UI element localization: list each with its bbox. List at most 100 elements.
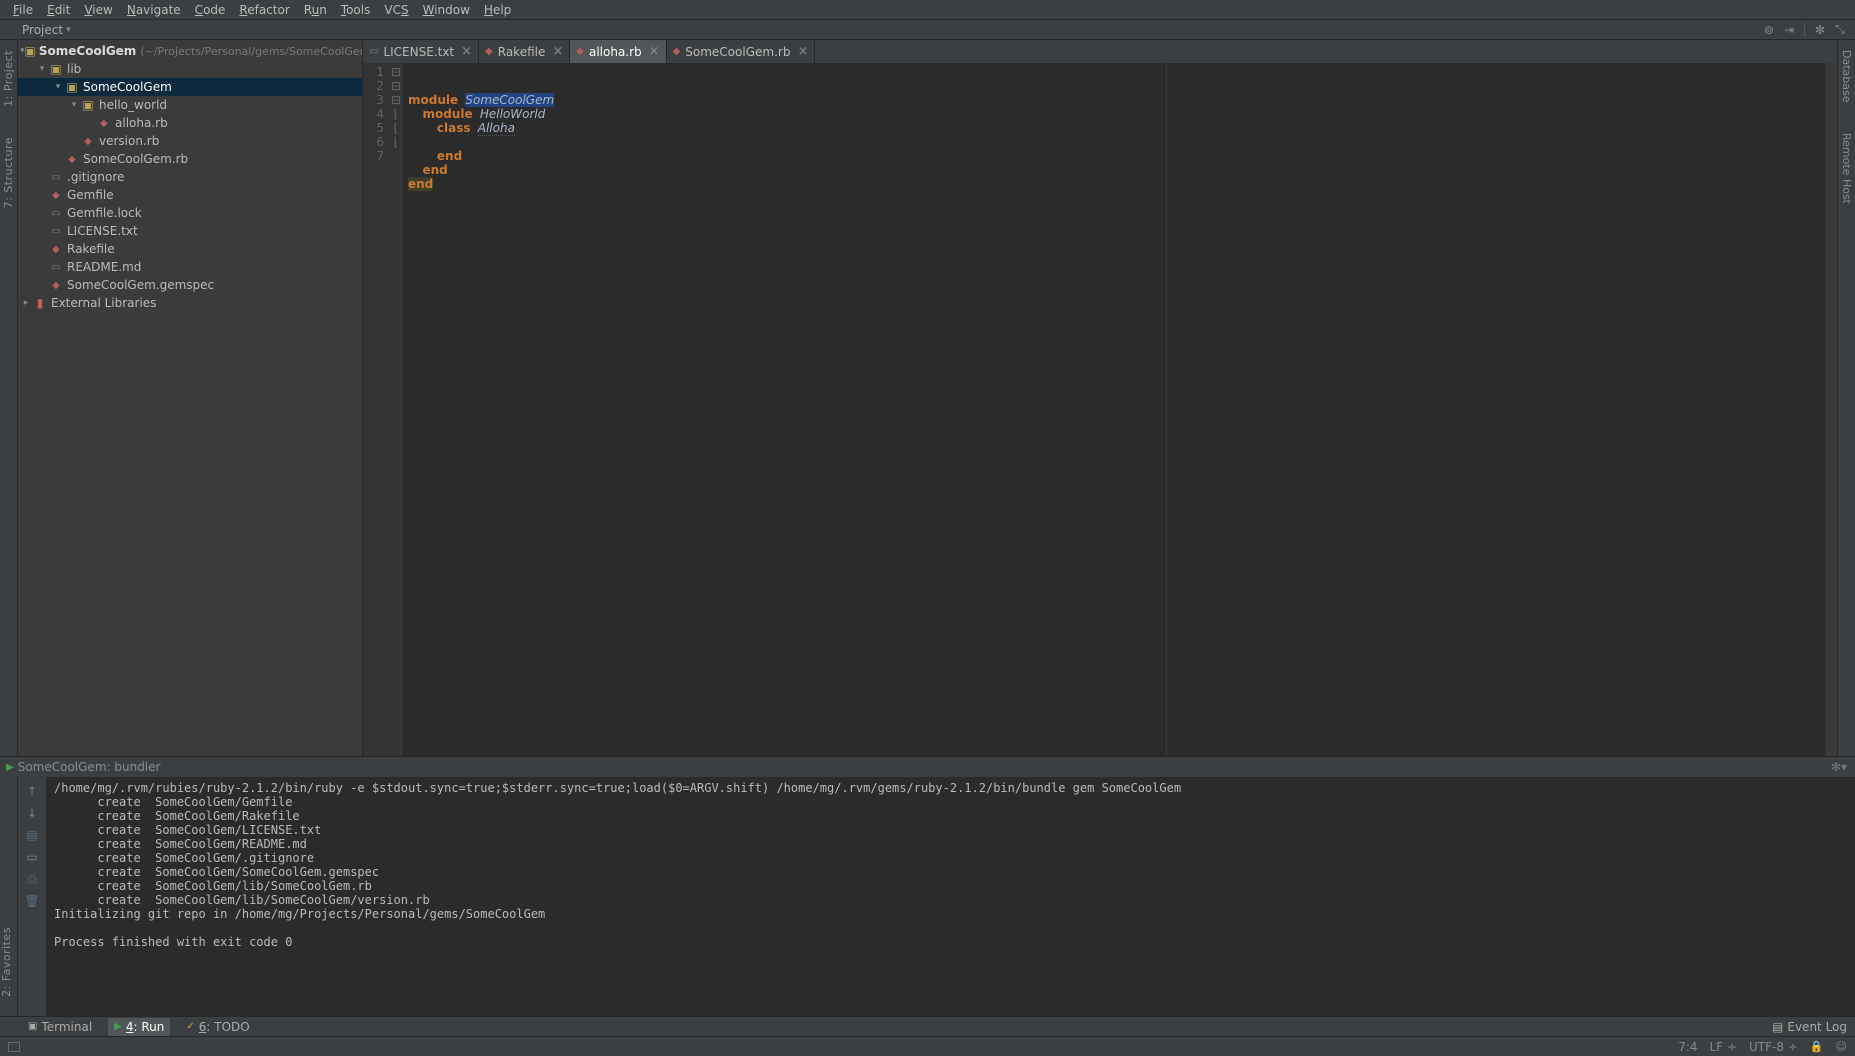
project-name: SomeCoolGem bbox=[39, 44, 136, 58]
expand-arrow-icon[interactable]: ▸ bbox=[20, 298, 32, 308]
class-name: Alloha bbox=[478, 121, 515, 136]
wrap-icon[interactable]: ▤ bbox=[24, 827, 40, 843]
tree-item-lib[interactable]: ▾▣lib bbox=[18, 60, 362, 78]
menu-navigate[interactable]: Navigate bbox=[120, 1, 188, 19]
lock-icon[interactable]: 🔒 bbox=[1810, 1040, 1824, 1053]
tab-label: alloha.rb bbox=[589, 45, 642, 59]
structure-tool-button[interactable]: 7: Structure bbox=[2, 137, 15, 208]
expand-arrow-icon[interactable]: ▾ bbox=[52, 82, 64, 92]
tree-item-somecoolgem-gemspec[interactable]: ◆SomeCoolGem.gemspec bbox=[18, 276, 362, 294]
gear-icon[interactable]: ✻▾ bbox=[1831, 760, 1847, 774]
hide-icon[interactable]: ⤡ bbox=[1833, 23, 1847, 37]
project-toolbar: Project ▾ ⊚ ⇥ ✻ ⤡ bbox=[0, 20, 1855, 40]
tree-item-label: Rakefile bbox=[67, 242, 115, 256]
menu-file[interactable]: File bbox=[6, 1, 40, 19]
right-tool-strip: Database Remote Host bbox=[1837, 40, 1855, 756]
tab-alloha-rb[interactable]: ◆alloha.rb× bbox=[570, 40, 666, 63]
menu-refactor[interactable]: Refactor bbox=[232, 1, 296, 19]
todo-tab[interactable]: ✓6: TODO bbox=[180, 1018, 255, 1036]
right-margin-ruler bbox=[1166, 63, 1167, 756]
menu-code[interactable]: Code bbox=[188, 1, 233, 19]
console-title: SomeCoolGem: bundler bbox=[18, 760, 161, 774]
text-file-icon: ▭ bbox=[48, 170, 64, 184]
tree-item-license-txt[interactable]: ▭LICENSE.txt bbox=[18, 222, 362, 240]
tree-item-label: version.rb bbox=[99, 134, 159, 148]
menu-view[interactable]: View bbox=[77, 1, 119, 19]
play-icon: ▶ bbox=[6, 762, 14, 773]
keyword: end bbox=[422, 163, 447, 177]
tree-item-gemfile[interactable]: ◆Gemfile bbox=[18, 186, 362, 204]
terminal-tab[interactable]: ▣Terminal bbox=[22, 1018, 98, 1036]
run-tab[interactable]: ▶4: Run bbox=[108, 1018, 170, 1036]
up-arrow-icon[interactable]: ↑ bbox=[24, 783, 40, 799]
editor-area: ▭LICENSE.txt×◆Rakefile×◆alloha.rb×◆SomeC… bbox=[363, 40, 1837, 756]
editor-tabs: ▭LICENSE.txt×◆Rakefile×◆alloha.rb×◆SomeC… bbox=[363, 40, 1837, 63]
project-tool-button[interactable]: 1: Project bbox=[2, 50, 15, 107]
editor-scrollbar[interactable] bbox=[1825, 63, 1837, 756]
database-tool-button[interactable]: Database bbox=[1840, 50, 1853, 103]
tree-item-readme-md[interactable]: ▭README.md bbox=[18, 258, 362, 276]
libraries-icon: ▮ bbox=[32, 296, 48, 310]
tree-item-hello-world[interactable]: ▾▣hello_world bbox=[18, 96, 362, 114]
line-ending[interactable]: LF ÷ bbox=[1710, 1040, 1737, 1054]
chevron-down-icon: ▾ bbox=[66, 25, 71, 35]
scroll-icon[interactable]: ▭ bbox=[24, 849, 40, 865]
ruby-file-icon: ◆ bbox=[80, 134, 96, 148]
keyword: end bbox=[408, 177, 433, 191]
favorites-tool-button[interactable]: 2: Favorites bbox=[0, 927, 13, 997]
target-icon[interactable]: ⊚ bbox=[1762, 23, 1776, 37]
tree-item-version-rb[interactable]: ◆version.rb bbox=[18, 132, 362, 150]
menu-tools[interactable]: Tools bbox=[334, 1, 378, 19]
project-tree[interactable]: ▾ ▣ SomeCoolGem (~/Projects/Personal/gem… bbox=[18, 40, 362, 756]
tree-item-gemfile-lock[interactable]: ▭Gemfile.lock bbox=[18, 204, 362, 222]
collapse-icon[interactable]: ⇥ bbox=[1782, 23, 1796, 37]
expand-arrow-icon[interactable]: ▾ bbox=[36, 64, 48, 74]
menu-run[interactable]: Run bbox=[297, 1, 334, 19]
remote-host-tool-button[interactable]: Remote Host bbox=[1840, 133, 1853, 204]
tree-item--gitignore[interactable]: ▭.gitignore bbox=[18, 168, 362, 186]
fold-gutter[interactable]: ⊟⊟⊟⌊⌊⌊ bbox=[391, 63, 402, 756]
menu-edit[interactable]: Edit bbox=[40, 1, 77, 19]
cursor-position[interactable]: 7:4 bbox=[1678, 1040, 1697, 1054]
tab-somecoolgem-rb[interactable]: ◆SomeCoolGem.rb× bbox=[667, 40, 816, 63]
tree-item-rakefile[interactable]: ◆Rakefile bbox=[18, 240, 362, 258]
tree-root[interactable]: ▾ ▣ SomeCoolGem (~/Projects/Personal/gem… bbox=[18, 42, 362, 60]
tree-item-label: SomeCoolGem bbox=[83, 80, 172, 94]
code-editor[interactable]: module SomeCoolGem module HelloWorld cla… bbox=[402, 63, 1825, 756]
tab-rakefile[interactable]: ◆Rakefile× bbox=[479, 40, 570, 63]
tab-license-txt[interactable]: ▭LICENSE.txt× bbox=[363, 40, 479, 63]
file-encoding[interactable]: UTF-8 ÷ bbox=[1749, 1040, 1798, 1054]
down-arrow-icon[interactable]: ↓ bbox=[24, 805, 40, 821]
bottom-tool-tabs: ▣Terminal ▶4: Run ✓6: TODO ▤Event Log bbox=[0, 1016, 1855, 1036]
trash-icon[interactable]: 🗑 bbox=[24, 893, 40, 909]
menu-help[interactable]: Help bbox=[477, 1, 518, 19]
status-indicator-icon[interactable] bbox=[8, 1042, 20, 1052]
tree-item-label: README.md bbox=[67, 260, 141, 274]
tab-label: LICENSE.txt bbox=[383, 45, 454, 59]
project-dropdown[interactable]: Project bbox=[0, 23, 63, 37]
tree-item-label: .gitignore bbox=[67, 170, 124, 184]
close-icon[interactable]: × bbox=[647, 44, 660, 59]
close-icon[interactable]: × bbox=[795, 44, 808, 59]
external-libraries[interactable]: ▸ ▮ External Libraries bbox=[18, 294, 362, 312]
event-log-button[interactable]: ▤Event Log bbox=[1772, 1020, 1847, 1034]
menubar: File Edit View Navigate Code Refactor Ru… bbox=[0, 0, 1855, 20]
tree-item-somecoolgem-rb[interactable]: ◆SomeCoolGem.rb bbox=[18, 150, 362, 168]
folder-icon: ▣ bbox=[80, 98, 96, 112]
tree-item-somecoolgem[interactable]: ▾▣SomeCoolGem bbox=[18, 78, 362, 96]
ruby-file-icon: ◆ bbox=[48, 278, 64, 292]
tree-item-label: Gemfile bbox=[67, 188, 114, 202]
console-output[interactable]: /home/mg/.rvm/rubies/ruby-2.1.2/bin/ruby… bbox=[46, 777, 1855, 1016]
menu-vcs[interactable]: VCS bbox=[377, 1, 415, 19]
folder-icon: ▣ bbox=[48, 62, 64, 76]
hector-icon[interactable]: ☺ bbox=[1836, 1040, 1847, 1053]
tree-item-alloha-rb[interactable]: ◆alloha.rb bbox=[18, 114, 362, 132]
print-icon[interactable]: ⎙ bbox=[24, 871, 40, 887]
text-file-icon: ▭ bbox=[48, 224, 64, 238]
gear-icon[interactable]: ✻ bbox=[1813, 23, 1827, 37]
menu-window[interactable]: Window bbox=[416, 1, 477, 19]
line-numbers: 1234567 bbox=[363, 63, 391, 756]
close-icon[interactable]: × bbox=[459, 44, 472, 59]
close-icon[interactable]: × bbox=[550, 44, 563, 59]
expand-arrow-icon[interactable]: ▾ bbox=[68, 100, 80, 110]
